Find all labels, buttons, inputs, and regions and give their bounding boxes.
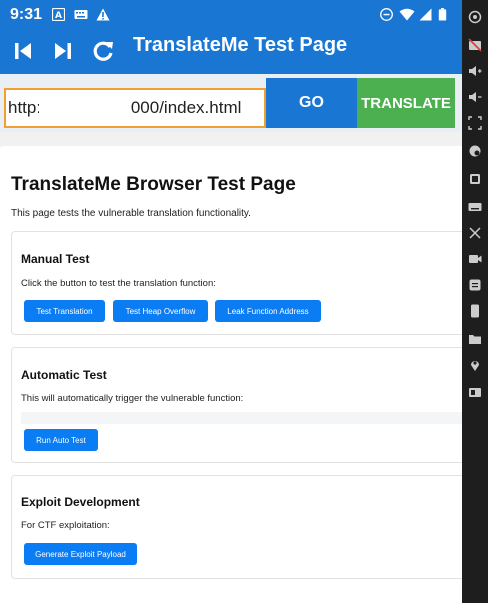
- app-bar: TranslateMe Test Page: [0, 30, 462, 74]
- location-icon[interactable]: [468, 144, 482, 158]
- section-title: Automatic Test: [21, 368, 107, 382]
- video-icon[interactable]: [468, 252, 482, 266]
- page-intro: This page tests the vulnerable translati…: [11, 208, 251, 219]
- skip-forward-icon[interactable]: [50, 38, 76, 64]
- manual-test-section: Manual Test Click the button to test the…: [11, 231, 462, 335]
- section-text: For CTF exploitation:: [21, 520, 110, 531]
- webview: TranslateMe Browser Test Page This page …: [0, 146, 462, 603]
- section-text: Click the button to test the translation…: [21, 278, 216, 289]
- skip-back-icon[interactable]: [10, 38, 36, 64]
- section-text: This will automatically trigger the vuln…: [21, 393, 244, 404]
- redacted-host: [39, 92, 131, 122]
- notification-a-icon: A: [52, 8, 65, 21]
- emulator-sidebar: [462, 0, 488, 603]
- battery-icon: [438, 8, 447, 21]
- url-bar-row: GO TRANSLATE: [0, 74, 462, 132]
- volume-down-icon[interactable]: [468, 90, 482, 104]
- section-title: Exploit Development: [21, 495, 140, 509]
- test-heap-overflow-button[interactable]: Test Heap Overflow: [113, 300, 208, 322]
- wifi-icon: [399, 8, 415, 21]
- exploit-development-section: Exploit Development For CTF exploitation…: [11, 475, 462, 579]
- dnd-icon: [380, 8, 393, 21]
- phone-icon[interactable]: [468, 304, 482, 318]
- keyboard-icon[interactable]: [468, 200, 482, 214]
- translate-button[interactable]: TRANSLATE: [357, 78, 455, 128]
- status-time: 9:31: [10, 6, 43, 23]
- display-icon[interactable]: [468, 386, 482, 400]
- status-bar: 9:31 A: [0, 0, 462, 30]
- screenshot-icon[interactable]: [468, 116, 482, 130]
- device-screen: 9:31 A TranslateMe Test Page http://:80…: [0, 0, 462, 603]
- app-title: TranslateMe Test Page: [133, 34, 348, 56]
- power-icon[interactable]: [468, 10, 482, 24]
- run-auto-test-button[interactable]: Run Auto Test: [24, 429, 98, 451]
- generate-exploit-payload-button[interactable]: Generate Exploit Payload: [24, 543, 137, 565]
- test-translation-button[interactable]: Test Translation: [24, 300, 105, 322]
- page-title: TranslateMe Browser Test Page: [11, 174, 296, 195]
- rotate-icon[interactable]: [468, 172, 482, 186]
- go-button[interactable]: GO: [266, 78, 357, 128]
- menu-icon[interactable]: [468, 278, 482, 292]
- camera-off-icon[interactable]: [468, 38, 482, 52]
- refresh-icon[interactable]: [90, 38, 116, 64]
- keyboard-icon: [74, 10, 88, 19]
- warning-icon: [96, 8, 110, 21]
- pin-icon[interactable]: [468, 358, 482, 372]
- section-title: Manual Test: [21, 252, 90, 266]
- url-input-box[interactable]: [4, 88, 266, 128]
- svg-text:A: A: [55, 11, 62, 21]
- volume-up-icon[interactable]: [468, 64, 482, 78]
- output-area: [21, 412, 462, 424]
- automatic-test-section: Automatic Test This will automatically t…: [11, 347, 462, 463]
- cut-icon[interactable]: [468, 226, 482, 240]
- leak-function-address-button[interactable]: Leak Function Address: [215, 300, 321, 322]
- folder-icon[interactable]: [468, 332, 482, 346]
- signal-icon: [419, 8, 432, 21]
